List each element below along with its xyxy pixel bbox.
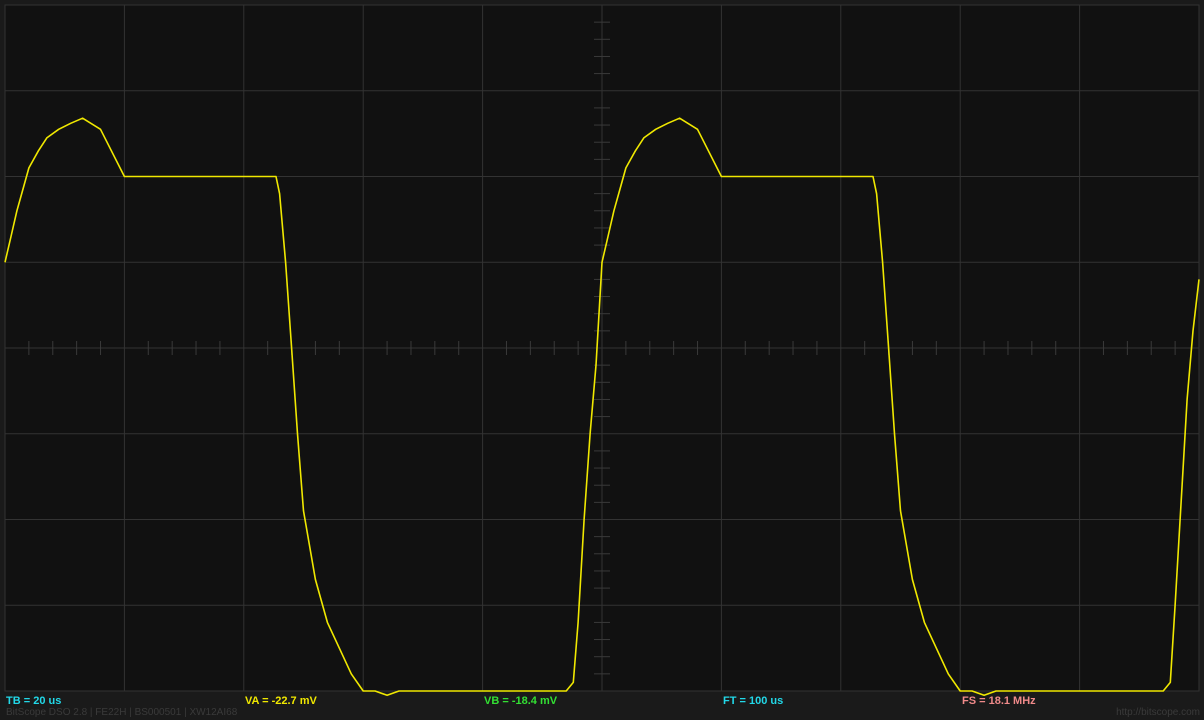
- channel-b-voltage-readout: VB = -18.4 mV: [484, 695, 558, 707]
- sample-rate-readout: FS = 18.1 MHz: [962, 695, 1036, 707]
- website-link[interactable]: http://bitscope.com: [1116, 707, 1200, 718]
- frame-time-readout: FT = 100 us: [723, 695, 784, 707]
- oscilloscope-display: [4, 4, 1200, 697]
- timebase-readout: TB = 20 us: [6, 695, 62, 707]
- channel-a-voltage-readout: VA = -22.7 mV: [245, 695, 317, 707]
- device-info-footer: BitScope DSO 2.8 | FE22H | BS000501 | XW…: [6, 707, 238, 718]
